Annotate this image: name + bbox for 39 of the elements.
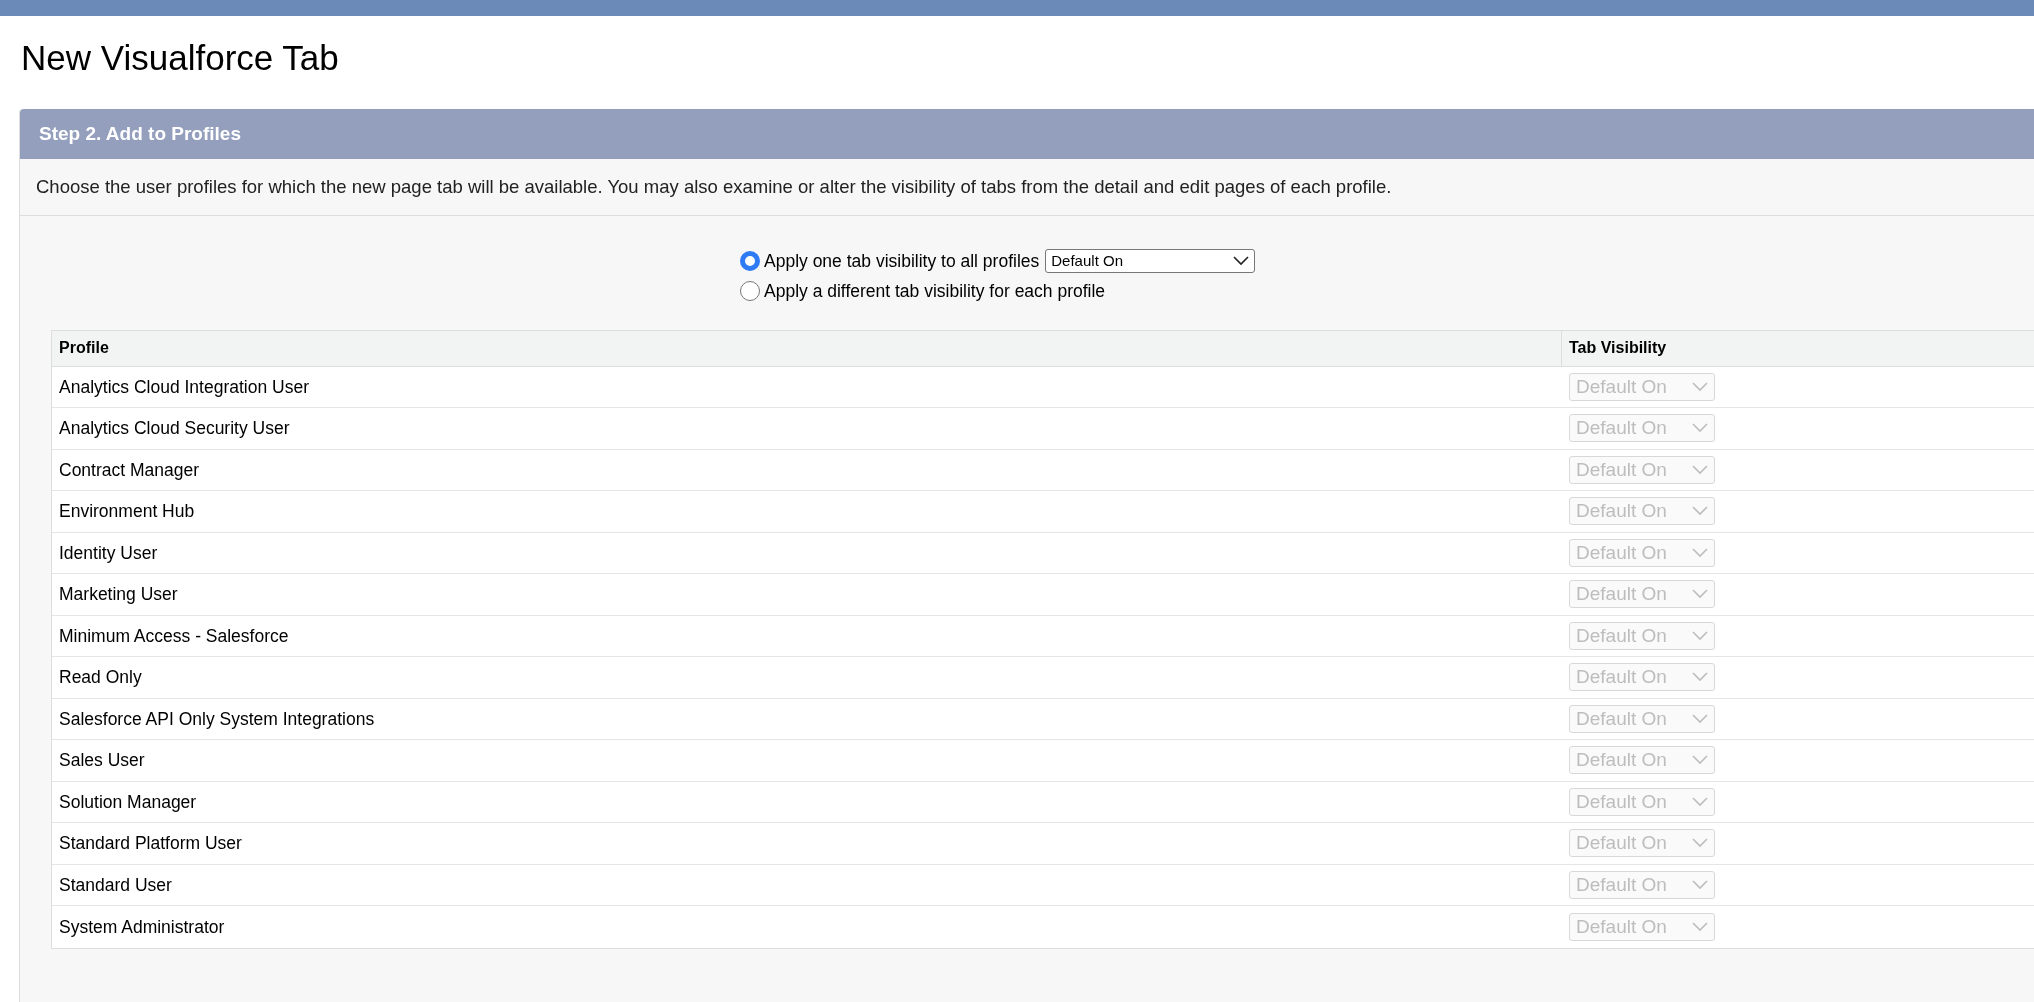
radio-label: Apply a different tab visibility for each profile [764, 280, 1106, 304]
chevron-down-icon [1692, 713, 1708, 724]
table-cell-text: Environment Hub [58, 500, 196, 524]
chevron-down-icon [1692, 589, 1708, 600]
chevron-down-icon [1692, 672, 1708, 683]
chevron-down-icon [1692, 755, 1708, 766]
chevron-down-icon [1692, 879, 1708, 890]
chevron-down-icon [1692, 921, 1708, 932]
chevron-down-icon [1692, 547, 1708, 558]
table-cell-text: Read Only [58, 666, 143, 690]
table-cell-text: Minimum Access - Salesforce [58, 624, 290, 648]
table-cell-text: Contract Manager [58, 458, 201, 482]
column-header: Profile [52, 330, 1562, 366]
table-cell-text: Standard User [58, 873, 173, 897]
column-header: Tab Visibility [1568, 338, 1667, 358]
panel-description: Choose the user profiles for which the new page tab will be available. You may also examine or alter the visibility of tabs from the detail and edit pages of each profile. [20, 159, 2034, 216]
chevron-down-icon [1692, 796, 1708, 807]
panel-title: Step 2. Add to Profiles [39, 121, 241, 146]
radio-button[interactable] [740, 281, 760, 302]
chevron-down-icon [1692, 381, 1708, 392]
table-cell-text: Standard Platform User [58, 832, 243, 856]
table-cell-text: Marketing User [58, 583, 179, 607]
visibility-dropdown[interactable]: Default On [1045, 249, 1256, 274]
table-cell-text: Solution Manager [58, 790, 198, 814]
page-title: New Visualforce Tab [20, 37, 340, 79]
chevron-down-icon [1692, 464, 1708, 475]
table-cell-text: System Administrator [58, 915, 226, 939]
chevron-down-icon [1692, 630, 1708, 641]
table-cell-text: Identity User [58, 541, 159, 565]
table-cell-text: Sales User [58, 749, 146, 773]
radio-button[interactable] [740, 251, 760, 272]
chevron-down-icon [1692, 506, 1708, 517]
table-cell-text: Analytics Cloud Security User [58, 417, 291, 441]
table-cell-text: Analytics Cloud Integration User [58, 375, 310, 399]
chevron-down-icon [1692, 423, 1708, 434]
table-cell-text: Salesforce API Only System Integrations [58, 707, 376, 731]
chevron-down-icon [1692, 838, 1708, 849]
chevron-down-icon [1233, 256, 1250, 267]
radio-label: Apply one tab visibility to all profiles [764, 250, 1040, 273]
